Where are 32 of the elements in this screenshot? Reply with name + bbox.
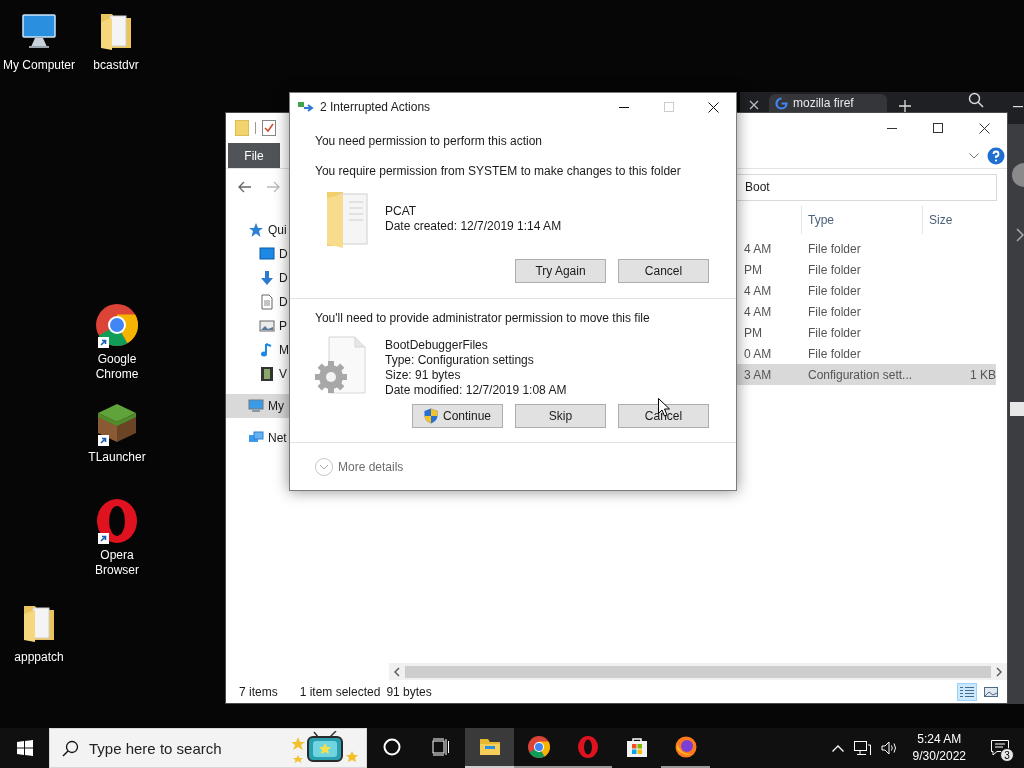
selection-size: 91 bytes bbox=[386, 685, 432, 699]
table-cell-text: File folder bbox=[807, 346, 862, 361]
table-cell-text: 0 AM bbox=[743, 346, 773, 361]
table-cell-text: 4 AM bbox=[743, 241, 773, 256]
table-cell-text: 3 AM bbox=[743, 367, 773, 382]
table-cell-text: 1 KB bbox=[969, 367, 996, 382]
dialog-heading: You need permission to perform this action bbox=[315, 134, 543, 148]
dialog-message: You require permission from SYSTEM to make changes to this folder bbox=[315, 164, 682, 178]
table-cell-text: 4 AM bbox=[743, 283, 773, 298]
table-cell-text: File folder bbox=[807, 241, 862, 256]
table-cell-text: File folder bbox=[807, 304, 862, 319]
dialog-title: 2 Interrupted Actions bbox=[320, 100, 432, 114]
clock-date: 9/30/2022 bbox=[912, 748, 966, 765]
notification-count: 3 bbox=[1000, 748, 1014, 762]
dialog-message: You'll need to provide administrator permission to move this file bbox=[315, 311, 651, 325]
item-detail: Type: Configuration settings bbox=[385, 353, 535, 368]
item-name: PCAT bbox=[385, 204, 418, 219]
table-cell-text: File folder bbox=[807, 283, 862, 298]
table-cell-text: 4 AM bbox=[743, 304, 773, 319]
selection-info: 1 item selected bbox=[299, 685, 381, 699]
table-cell-text: File folder bbox=[807, 262, 862, 277]
table-cell-text: File folder bbox=[807, 325, 862, 340]
table-cell-text: PM bbox=[743, 262, 763, 277]
tab-title: mozilla firef bbox=[793, 96, 854, 110]
item-name: BootDebuggerFiles bbox=[385, 338, 489, 353]
table-cell-text: PM bbox=[743, 325, 763, 340]
item-detail: Date modified: 12/7/2019 1:08 AM bbox=[385, 383, 567, 398]
item-count: 7 items bbox=[239, 685, 278, 699]
clock-time: 5:24 AM bbox=[917, 731, 962, 748]
table-cell-text: Configuration sett... bbox=[807, 367, 914, 382]
item-detail: Date created: 12/7/2019 1:14 AM bbox=[385, 219, 562, 234]
item-detail: Size: 91 bytes bbox=[385, 368, 462, 383]
